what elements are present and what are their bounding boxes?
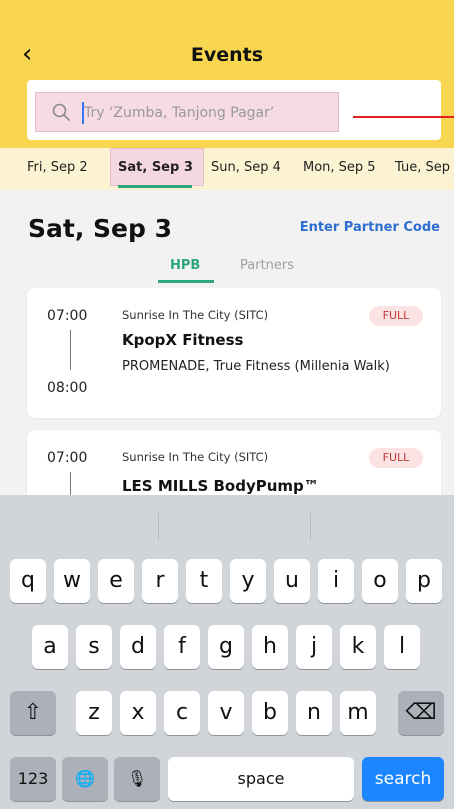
key-o[interactable]: o xyxy=(362,559,398,603)
delete-key[interactable]: ⌫ xyxy=(398,691,444,735)
key-c[interactable]: c xyxy=(164,691,200,735)
space-key[interactable]: space xyxy=(168,757,354,801)
event-name: LES MILLS BodyPump™ xyxy=(122,477,319,495)
globe-icon: 🌐 xyxy=(75,769,95,788)
key-s[interactable]: s xyxy=(76,625,112,669)
delete-icon: ⌫ xyxy=(405,700,437,725)
search-bar[interactable] xyxy=(27,80,441,140)
annotation-line xyxy=(353,116,454,118)
numbers-key[interactable]: 123 xyxy=(10,757,56,801)
microphone-icon: 🎙 xyxy=(126,769,148,788)
key-b[interactable]: b xyxy=(252,691,288,735)
search-input[interactable] xyxy=(84,101,334,125)
key-y[interactable]: y xyxy=(230,559,266,603)
key-r[interactable]: r xyxy=(142,559,178,603)
globe-key[interactable]: 🌐 xyxy=(62,757,108,801)
key-k[interactable]: k xyxy=(340,625,376,669)
segment-active-underline xyxy=(158,280,214,283)
day-title: Sat, Sep 3 xyxy=(28,214,172,243)
segment-hpb[interactable]: HPB xyxy=(170,258,200,273)
tab-tue-sep[interactable]: Tue, Sep xyxy=(395,160,450,175)
event-end-time: 08:00 xyxy=(47,380,88,396)
search-key[interactable]: search xyxy=(362,757,444,801)
event-card[interactable]: 07:00 08:00 Sunrise In The City (SITC) F… xyxy=(27,288,441,418)
key-t[interactable]: t xyxy=(186,559,222,603)
key-h[interactable]: h xyxy=(252,625,288,669)
search-icon xyxy=(52,103,70,121)
suggestion-divider xyxy=(158,513,159,541)
key-a[interactable]: a xyxy=(32,625,68,669)
key-d[interactable]: d xyxy=(120,625,156,669)
key-g[interactable]: g xyxy=(208,625,244,669)
on-screen-keyboard: q w e r t y u i o p a s d f g h j k l ⇧ … xyxy=(0,495,454,809)
status-badge: FULL xyxy=(369,448,423,468)
tab-fri-sep-2[interactable]: Fri, Sep 2 xyxy=(27,160,88,175)
key-w[interactable]: w xyxy=(54,559,90,603)
tab-mon-sep-5[interactable]: Mon, Sep 5 xyxy=(303,160,376,175)
event-organizer: Sunrise In The City (SITC) xyxy=(122,308,269,322)
key-i[interactable]: i xyxy=(318,559,354,603)
event-start-time: 07:00 xyxy=(47,450,88,466)
date-tabs: Fri, Sep 2 Sat, Sep 3 Sun, Sep 4 Mon, Se… xyxy=(0,148,454,190)
shift-key[interactable]: ⇧ xyxy=(10,691,56,735)
event-start-time: 07:00 xyxy=(47,308,88,324)
key-x[interactable]: x xyxy=(120,691,156,735)
shift-icon: ⇧ xyxy=(23,700,43,725)
tab-active-underline xyxy=(118,185,192,188)
page-title: Events xyxy=(190,44,264,66)
key-m[interactable]: m xyxy=(340,691,376,735)
tab-sat-sep-3[interactable]: Sat, Sep 3 xyxy=(118,160,193,175)
key-q[interactable]: q xyxy=(10,559,46,603)
key-p[interactable]: p xyxy=(406,559,442,603)
header-bar: ‹ Events xyxy=(0,0,454,148)
key-f[interactable]: f xyxy=(164,625,200,669)
tab-sun-sep-4[interactable]: Sun, Sep 4 xyxy=(211,160,281,175)
key-e[interactable]: e xyxy=(98,559,134,603)
search-field-highlight xyxy=(35,92,339,132)
suggestion-divider xyxy=(310,513,311,541)
key-j[interactable]: j xyxy=(296,625,332,669)
key-n[interactable]: n xyxy=(296,691,332,735)
event-name: KpopX Fitness xyxy=(122,331,244,349)
key-u[interactable]: u xyxy=(274,559,310,603)
event-location: PROMENADE, True Fitness (Millenia Walk) xyxy=(122,359,390,374)
key-z[interactable]: z xyxy=(76,691,112,735)
key-v[interactable]: v xyxy=(208,691,244,735)
dictation-key[interactable]: 🎙 xyxy=(114,757,160,801)
status-badge: FULL xyxy=(369,306,423,326)
time-connector xyxy=(70,330,71,370)
segment-partners[interactable]: Partners xyxy=(240,258,294,273)
key-l[interactable]: l xyxy=(384,625,420,669)
event-organizer: Sunrise In The City (SITC) xyxy=(122,450,269,464)
enter-partner-code-link[interactable]: Enter Partner Code xyxy=(300,220,440,235)
